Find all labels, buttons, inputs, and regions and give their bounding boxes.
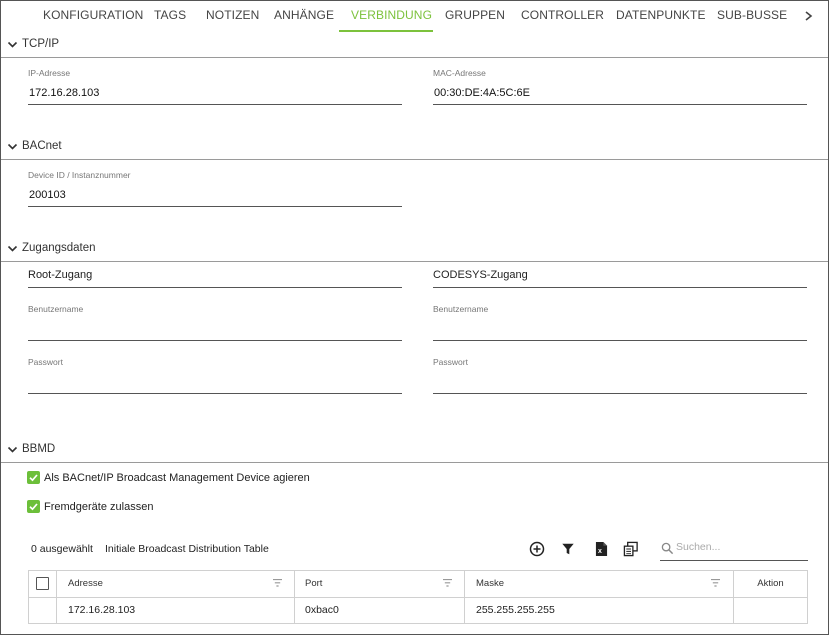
- field-underline: [433, 393, 807, 394]
- root-username-field[interactable]: Benutzername: [28, 304, 402, 342]
- chevron-right-icon: [805, 11, 813, 21]
- field-underline: [433, 104, 807, 105]
- cell-adresse: 172.16.28.103: [68, 604, 136, 616]
- tab-notizen[interactable]: NOTIZEN: [206, 1, 259, 33]
- bbmd-act-checkbox[interactable]: [27, 471, 40, 484]
- device-id-value: 200103: [29, 189, 66, 201]
- field-label: Passwort: [433, 357, 468, 367]
- mac-address-field[interactable]: MAC-Adresse 00:30:DE:4A:5C:6E: [433, 68, 807, 106]
- field-label: Device ID / Instanznummer: [28, 170, 131, 180]
- table-title: Initiale Broadcast Distribution Table: [105, 543, 269, 555]
- tab-gruppen[interactable]: GRUPPEN: [445, 1, 505, 33]
- excel-export-icon: x: [595, 542, 607, 556]
- tab-datenpunkte[interactable]: DATENPUNKTE: [616, 1, 706, 33]
- device-id-field[interactable]: Device ID / Instanznummer 200103: [28, 170, 402, 208]
- section-title: BACnet: [22, 140, 62, 152]
- field-label: Benutzername: [28, 304, 84, 314]
- window: KONFIGURATION TAGS NOTIZEN ANHÄNGE VERBI…: [0, 0, 829, 635]
- codesys-password-input[interactable]: [433, 375, 807, 387]
- chevron-down-icon: [7, 41, 18, 48]
- chevron-down-icon: [7, 143, 18, 150]
- search-box[interactable]: [660, 539, 808, 561]
- ip-address-field[interactable]: IP-Adresse 172.16.28.103: [28, 68, 402, 106]
- tab-konfiguration[interactable]: KONFIGURATION: [43, 1, 143, 33]
- column-config-button[interactable]: [622, 540, 640, 558]
- section-divider: [1, 57, 828, 58]
- root-access-underline: [28, 287, 402, 288]
- section-header-tcpip[interactable]: TCP/IP: [7, 35, 59, 53]
- column-filter-icon[interactable]: [443, 579, 452, 587]
- section-title: TCP/IP: [22, 38, 60, 50]
- tab-controller[interactable]: CONTROLLER: [521, 1, 604, 33]
- root-access-title: Root-Zugang: [28, 269, 93, 281]
- add-circle-icon: [529, 541, 545, 557]
- cell-maske: 255.255.255.255: [476, 604, 555, 616]
- section-title: BBMD: [22, 443, 56, 455]
- header-divider: [29, 597, 807, 598]
- root-username-input[interactable]: [28, 322, 402, 334]
- filter-button[interactable]: [559, 540, 577, 558]
- codesys-access-underline: [433, 287, 807, 288]
- ip-address-value: 172.16.28.103: [29, 87, 100, 99]
- tab-sub-busse[interactable]: SUB-BUSSE: [717, 1, 787, 33]
- tab-verbindung[interactable]: VERBINDUNG: [351, 1, 432, 33]
- section-divider: [1, 261, 828, 262]
- column-header-aktion: Aktion: [757, 578, 784, 589]
- column-header-adresse[interactable]: Adresse: [68, 578, 103, 589]
- column-header-port[interactable]: Port: [305, 578, 322, 589]
- tab-anhaenge[interactable]: ANHÄNGE: [274, 1, 334, 33]
- bbmd-act-checkbox-row[interactable]: Als BACnet/IP Broadcast Management Devic…: [27, 471, 310, 484]
- checkmark-icon: [29, 474, 38, 482]
- checkbox-label: Als BACnet/IP Broadcast Management Devic…: [44, 471, 310, 484]
- column-filter-icon[interactable]: [273, 579, 282, 587]
- codesys-username-input[interactable]: [433, 322, 807, 334]
- search-input[interactable]: [676, 541, 804, 553]
- field-underline: [28, 393, 402, 394]
- chevron-down-icon: [7, 446, 18, 453]
- tab-bar: KONFIGURATION TAGS NOTIZEN ANHÄNGE VERBI…: [1, 1, 828, 33]
- field-underline: [28, 206, 402, 207]
- tabs-scroll-right-button[interactable]: [802, 5, 816, 27]
- section-header-bacnet[interactable]: BACnet: [7, 137, 62, 155]
- add-row-button[interactable]: [528, 540, 546, 558]
- search-icon: [661, 542, 674, 555]
- section-divider: [1, 159, 828, 160]
- codesys-access-title: CODESYS-Zugang: [433, 269, 528, 281]
- foreign-devices-checkbox-row[interactable]: Fremdgeräte zulassen: [27, 500, 153, 513]
- section-header-zugangsdaten[interactable]: Zugangsdaten: [7, 239, 96, 257]
- excel-export-button[interactable]: x: [592, 540, 610, 558]
- root-password-input[interactable]: [28, 375, 402, 387]
- section-header-bbmd[interactable]: BBMD: [7, 440, 55, 458]
- bdt-table: Adresse Port Maske Aktion 172.16.28.103 …: [28, 570, 808, 624]
- chevron-down-icon: [7, 245, 18, 252]
- select-all-checkbox[interactable]: [36, 577, 49, 590]
- field-label: Passwort: [28, 357, 63, 367]
- cell-port: 0xbac0: [305, 604, 339, 616]
- column-config-icon: [623, 541, 638, 557]
- field-label: IP-Adresse: [28, 68, 71, 78]
- field-label: MAC-Adresse: [433, 68, 486, 78]
- tab-tags[interactable]: TAGS: [154, 1, 186, 33]
- active-tab-indicator: [339, 30, 433, 32]
- codesys-username-field[interactable]: Benutzername: [433, 304, 807, 342]
- section-divider: [1, 462, 828, 463]
- checkmark-icon: [29, 503, 38, 511]
- selected-count: 0 ausgewählt: [31, 543, 93, 555]
- mac-address-value: 00:30:DE:4A:5C:6E: [434, 87, 531, 99]
- field-underline: [28, 104, 402, 105]
- section-title: Zugangsdaten: [22, 242, 96, 254]
- filter-icon: [562, 543, 574, 555]
- field-underline: [433, 340, 807, 341]
- field-label: Benutzername: [433, 304, 489, 314]
- foreign-devices-checkbox[interactable]: [27, 500, 40, 513]
- checkbox-label: Fremdgeräte zulassen: [44, 500, 154, 513]
- column-header-maske[interactable]: Maske: [476, 578, 504, 589]
- field-underline: [28, 340, 402, 341]
- codesys-password-field[interactable]: Passwort: [433, 357, 807, 395]
- svg-text:x: x: [597, 548, 601, 555]
- column-filter-icon[interactable]: [711, 579, 720, 587]
- root-password-field[interactable]: Passwort: [28, 357, 402, 395]
